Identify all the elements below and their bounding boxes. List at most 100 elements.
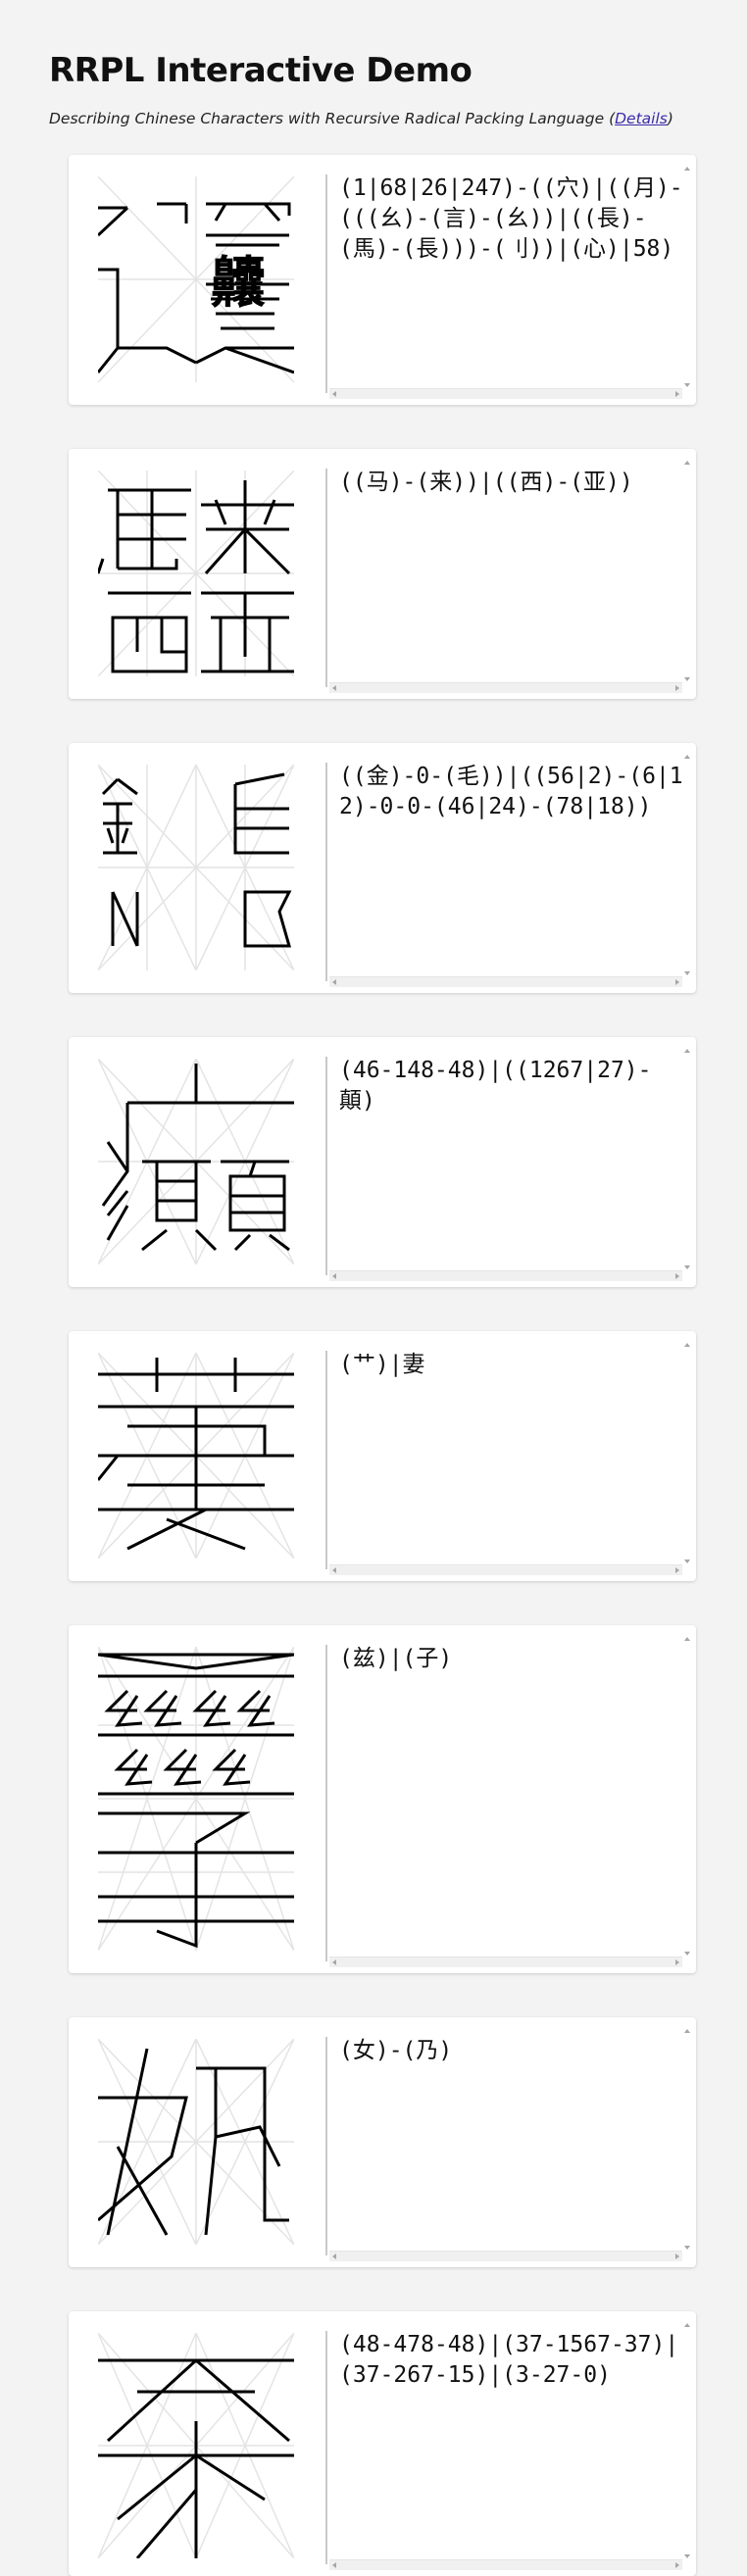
rrpl-code[interactable]: (46-148-48)|((1267|27)-顛) (329, 1045, 692, 1116)
code-panel[interactable]: ((金)-0-(毛))|((56|2)-(6|12)-0-0-(46|24)-(… (329, 751, 692, 987)
glyph-canvas-8 (98, 2333, 294, 2558)
details-link[interactable]: Details (615, 110, 668, 127)
glyph-preview (69, 2017, 325, 2267)
vertical-scrollbar[interactable] (682, 1045, 692, 1271)
code-panel[interactable]: (48-478-48)|(37-1567-37)|(37-267-15)|(3-… (329, 2319, 692, 2570)
character-card: (兹)|(子) (69, 1625, 696, 1973)
scroll-right-icon[interactable] (675, 391, 679, 397)
horizontal-scrollbar[interactable] (329, 2251, 682, 2261)
subtitle-text: Describing Chinese Characters with Recur… (49, 110, 605, 127)
scroll-down-icon[interactable] (684, 1952, 690, 1956)
scroll-left-icon[interactable] (332, 2254, 336, 2259)
scroll-up-icon[interactable] (684, 2029, 690, 2033)
code-panel[interactable]: (艹)|妻 (329, 1339, 692, 1575)
scroll-up-icon[interactable] (684, 167, 690, 171)
scroll-right-icon[interactable] (675, 1567, 679, 1573)
svg-text:齉: 齉 (211, 252, 266, 316)
code-panel[interactable]: (女)-(乃) (329, 2025, 692, 2261)
card-divider (325, 469, 327, 687)
scroll-up-icon[interactable] (684, 1343, 690, 1347)
character-card: (48-478-48)|(37-1567-37)|(37-267-15)|(3-… (69, 2311, 696, 2576)
scroll-left-icon[interactable] (332, 1273, 336, 1279)
rrpl-code[interactable]: ((马)-(来))|((西)-(亚)) (329, 457, 692, 498)
glyph-preview (69, 2311, 325, 2576)
glyph-canvas-1: 齉 (98, 176, 294, 382)
horizontal-scrollbar[interactable] (329, 2559, 682, 2570)
scroll-up-icon[interactable] (684, 2323, 690, 2327)
scroll-right-icon[interactable] (675, 979, 679, 985)
glyph-preview: 齉 (69, 155, 325, 405)
code-panel[interactable]: ((马)-(来))|((西)-(亚)) (329, 457, 692, 693)
card-divider (325, 2331, 327, 2564)
scroll-left-icon[interactable] (332, 1959, 336, 1965)
rrpl-code[interactable]: (1|68|26|247)-((穴)|((月)-(((幺)-(言)-(幺))|(… (329, 163, 692, 265)
scroll-right-icon[interactable] (675, 1273, 679, 1279)
scroll-right-icon[interactable] (675, 2562, 679, 2568)
glyph-canvas-7 (98, 2039, 294, 2245)
rrpl-code[interactable]: (女)-(乃) (329, 2025, 692, 2066)
rrpl-code[interactable]: (兹)|(子) (329, 1633, 692, 1674)
scroll-right-icon[interactable] (675, 1959, 679, 1965)
code-panel[interactable]: (1|68|26|247)-((穴)|((月)-(((幺)-(言)-(幺))|(… (329, 163, 692, 399)
character-card: 齉 (1|68|26|247)-((穴)|((月)-(((幺)-(言)-(幺))… (69, 155, 696, 405)
scroll-left-icon[interactable] (332, 685, 336, 691)
glyph-preview (69, 1037, 325, 1287)
vertical-scrollbar[interactable] (682, 751, 692, 977)
vertical-scrollbar[interactable] (682, 2319, 692, 2560)
scroll-left-icon[interactable] (332, 979, 336, 985)
scroll-up-icon[interactable] (684, 1049, 690, 1053)
scroll-down-icon[interactable] (684, 2554, 690, 2558)
vertical-scrollbar[interactable] (682, 1633, 692, 1957)
scroll-down-icon[interactable] (684, 383, 690, 387)
glyph-preview (69, 1331, 325, 1581)
page: RRPL Interactive Demo Describing Chinese… (0, 0, 747, 2576)
horizontal-scrollbar[interactable] (329, 1564, 682, 1575)
glyph-canvas-3 (98, 765, 294, 970)
card-divider (325, 1351, 327, 1569)
card-divider (325, 1645, 327, 1961)
scroll-right-icon[interactable] (675, 2254, 679, 2259)
rrpl-code[interactable]: (48-478-48)|(37-1567-37)|(37-267-15)|(3-… (329, 2319, 692, 2391)
rrpl-code[interactable]: ((金)-0-(毛))|((56|2)-(6|12)-0-0-(46|24)-(… (329, 751, 692, 822)
scroll-down-icon[interactable] (684, 1560, 690, 1563)
scroll-down-icon[interactable] (684, 677, 690, 681)
horizontal-scrollbar[interactable] (329, 388, 682, 399)
horizontal-scrollbar[interactable] (329, 682, 682, 693)
scroll-up-icon[interactable] (684, 755, 690, 759)
glyph-preview (69, 449, 325, 699)
horizontal-scrollbar[interactable] (329, 1957, 682, 1967)
glyph-canvas-5 (98, 1353, 294, 1559)
details-close-paren: ) (667, 110, 673, 127)
glyph-canvas-2 (98, 471, 294, 676)
card-divider (325, 1057, 327, 1275)
scroll-up-icon[interactable] (684, 461, 690, 465)
code-panel[interactable]: (46-148-48)|((1267|27)-顛) (329, 1045, 692, 1281)
scroll-left-icon[interactable] (332, 1567, 336, 1573)
glyph-canvas-6 (98, 1647, 294, 1951)
character-card: ((金)-0-(毛))|((56|2)-(6|12)-0-0-(46|24)-(… (69, 743, 696, 993)
character-card: (艹)|妻 (69, 1331, 696, 1581)
vertical-scrollbar[interactable] (682, 457, 692, 683)
scroll-down-icon[interactable] (684, 1265, 690, 1269)
vertical-scrollbar[interactable] (682, 2025, 692, 2252)
page-subtitle: Describing Chinese Characters with Recur… (49, 110, 698, 127)
rrpl-code[interactable]: (艹)|妻 (329, 1339, 692, 1380)
scroll-down-icon[interactable] (684, 2246, 690, 2250)
scroll-up-icon[interactable] (684, 1637, 690, 1641)
code-panel[interactable]: (兹)|(子) (329, 1633, 692, 1967)
glyph-preview (69, 1625, 325, 1973)
horizontal-scrollbar[interactable] (329, 1270, 682, 1281)
card-divider (325, 763, 327, 981)
vertical-scrollbar[interactable] (682, 163, 692, 389)
scroll-right-icon[interactable] (675, 685, 679, 691)
horizontal-scrollbar[interactable] (329, 976, 682, 987)
glyph-preview (69, 743, 325, 993)
scroll-left-icon[interactable] (332, 2562, 336, 2568)
scroll-left-icon[interactable] (332, 391, 336, 397)
scroll-down-icon[interactable] (684, 971, 690, 975)
character-card: ((马)-(来))|((西)-(亚)) (69, 449, 696, 699)
card-list: 齉 (1|68|26|247)-((穴)|((月)-(((幺)-(言)-(幺))… (49, 155, 698, 2576)
glyph-canvas-4 (98, 1059, 294, 1264)
page-title: RRPL Interactive Demo (49, 51, 473, 90)
vertical-scrollbar[interactable] (682, 1339, 692, 1565)
